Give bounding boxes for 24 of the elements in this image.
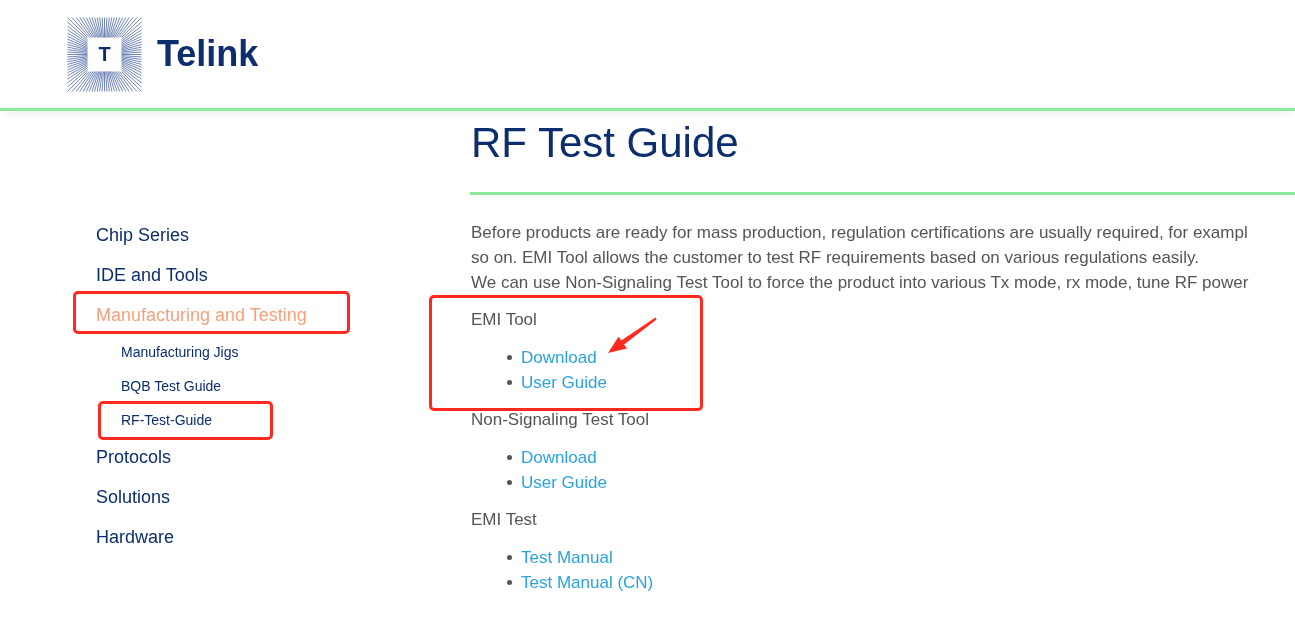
nav-link[interactable]: Protocols	[96, 437, 172, 477]
sunburst-logo-icon	[67, 16, 142, 92]
intro-text: We can use Non-Signaling Test Tool to force the product into various Tx mode, rx mode, tune RF power	[471, 272, 1249, 294]
section-heading: Non-Signaling Test Tool	[471, 409, 649, 431]
brand-name[interactable]: Telink	[157, 34, 259, 74]
page-title: RF Test Guide	[471, 118, 739, 168]
bullet-icon	[507, 355, 512, 360]
bullet-icon	[507, 580, 512, 585]
section-heading: EMI Tool	[471, 309, 537, 331]
logo-letter: T	[97, 43, 112, 65]
intro-text: Before products are ready for mass production, regulation certifications are usually required, for exampl	[471, 222, 1248, 244]
nav-link[interactable]: BQB Test Guide	[121, 369, 222, 403]
bullet-icon	[507, 555, 512, 560]
bullet-icon	[507, 480, 512, 485]
nav-link[interactable]: Chip Series	[96, 215, 190, 255]
nav-link[interactable]: IDE and Tools	[96, 255, 208, 295]
bullet-icon	[507, 455, 512, 460]
nav-link[interactable]: Solutions	[96, 477, 171, 517]
nav-link[interactable]: RF-Test-Guide	[121, 403, 213, 437]
nav-link[interactable]: Manufacturing Jigs	[121, 335, 239, 369]
nav-link[interactable]: Hardware	[96, 517, 175, 557]
section-heading: EMI Test	[471, 509, 537, 531]
intro-text: so on. EMI Tool allows the customer to test RF requirements based on various regulations easily.	[471, 247, 1199, 269]
bullet-icon	[507, 380, 512, 385]
